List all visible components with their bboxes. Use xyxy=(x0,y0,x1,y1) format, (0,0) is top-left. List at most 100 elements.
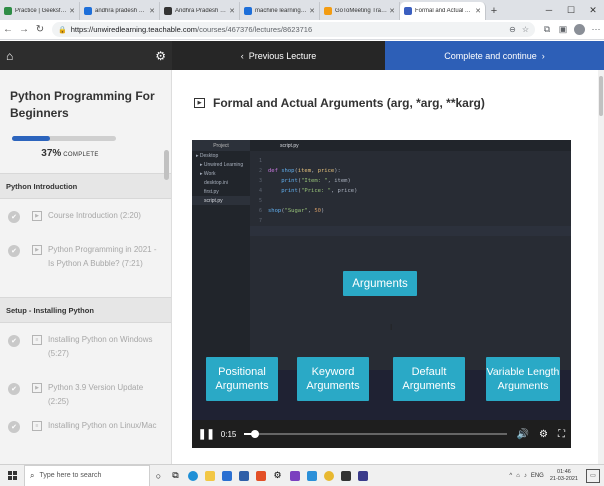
section-title: Setup - Installing Python xyxy=(0,297,171,323)
sidebar-scrollbar[interactable] xyxy=(164,150,169,180)
browser-tab[interactable]: Andhra Pradesh State Skill✕ xyxy=(160,2,240,20)
tab-favicon-icon xyxy=(84,7,92,15)
video-seek-bar[interactable] xyxy=(244,430,507,438)
video-lecture-icon: ▶ xyxy=(194,98,205,108)
app-icon[interactable] xyxy=(337,465,354,486)
office-icon[interactable] xyxy=(252,465,269,486)
edge-icon[interactable] xyxy=(184,465,201,486)
close-icon[interactable]: ✕ xyxy=(149,7,155,15)
mail-icon[interactable] xyxy=(235,465,252,486)
store-icon[interactable] xyxy=(218,465,235,486)
new-tab-button[interactable]: + xyxy=(486,2,502,20)
minimize-icon[interactable]: ─ xyxy=(538,0,560,20)
windows-start-icon[interactable] xyxy=(0,465,24,486)
lecture-item[interactable]: ✔ ▶ Course Introduction (2:20) xyxy=(0,199,171,233)
vscode-icon[interactable] xyxy=(303,465,320,486)
zoom-icon[interactable]: ⊖ xyxy=(509,25,516,34)
notification-icon[interactable]: ▭ xyxy=(586,468,600,483)
taskbar-search-input[interactable]: ⌕ Type here to search xyxy=(24,464,150,486)
course-progress-fill xyxy=(12,136,51,141)
text-lecture-icon: ≡ xyxy=(32,335,42,345)
windows-taskbar: ⌕ Type here to search ○ ⧉ ⚙ ^ ⌂ ♪ ENG 01… xyxy=(0,464,604,486)
settings-icon[interactable]: ⚙ xyxy=(539,429,548,440)
reload-icon[interactable]: ↻ xyxy=(32,22,48,38)
check-icon[interactable]: ✔ xyxy=(8,211,20,223)
clock-date: 21-03-2021 xyxy=(549,475,578,482)
browser-tab[interactable]: Practice | GeeksforGeeks | A✕ xyxy=(0,2,80,20)
complete-and-continue-button[interactable]: Complete and continue › xyxy=(385,41,604,70)
page-scroll-thumb[interactable] xyxy=(599,76,603,116)
video-player[interactable]: Project ▸ Desktop ▸ Unwired Learning ▸ W… xyxy=(192,140,571,448)
chevron-right-icon: › xyxy=(536,50,545,61)
search-icon: ⌕ xyxy=(30,470,35,480)
browser-tab[interactable]: GoToMeeting Transcripts✕ xyxy=(320,2,400,20)
settings-app-icon[interactable]: ⚙ xyxy=(269,465,286,486)
close-window-icon[interactable]: ✕ xyxy=(582,0,604,20)
extensions-icon[interactable]: ⧉ xyxy=(540,23,554,37)
chevron-up-icon[interactable]: ^ xyxy=(509,473,512,479)
complete-and-continue-label: Complete and continue xyxy=(444,50,537,61)
browser-tab[interactable]: machine learning github uni✕ xyxy=(240,2,320,20)
taskbar-clock[interactable]: 01:46 21-03-2021 xyxy=(550,469,578,483)
check-icon[interactable]: ✔ xyxy=(8,335,20,347)
app-icon[interactable] xyxy=(286,465,303,486)
lecture-title: Python Programming in 2021 - Is Python A… xyxy=(48,245,157,268)
lecture-title: Installing Python on Windows (5:27) xyxy=(48,335,153,358)
page-scrollbar[interactable] xyxy=(598,70,604,464)
tab-favicon-icon xyxy=(4,7,12,15)
lecture-content: ▶ Formal and Actual Arguments (arg, *arg… xyxy=(172,70,604,464)
browser-tab-active[interactable]: Formal and Actual Argu ✕ xyxy=(400,2,486,20)
tab-title: Formal and Actual Argu xyxy=(415,8,474,14)
close-icon[interactable]: ✕ xyxy=(229,7,235,15)
tab-favicon-icon xyxy=(324,7,332,15)
task-view-icon[interactable]: ⧉ xyxy=(167,465,184,486)
tab-title: andhra pradesh state skill d xyxy=(95,8,147,14)
lecture-item[interactable]: ✔ ▶ Python 3.9 Version Update (2:25) xyxy=(0,371,171,409)
check-icon[interactable]: ✔ xyxy=(8,421,20,433)
browser-tab-strip: Practice | GeeksforGeeks | A✕ andhra pra… xyxy=(0,0,604,20)
lecture-item[interactable]: ✔ ≡ Installing Python on Windows (5:27) xyxy=(0,323,171,371)
app-icon[interactable] xyxy=(354,465,371,486)
course-title: Python Programming For Beginners xyxy=(10,89,155,120)
url-host: https://unwiredlearning.teachable.com xyxy=(70,25,198,34)
tab-title: machine learning github uni xyxy=(255,8,307,14)
close-icon[interactable]: ✕ xyxy=(475,7,481,15)
menu-icon[interactable]: ⋯ xyxy=(589,23,603,37)
lecture-item[interactable]: ✔ ▶ Python Programming in 2021 - Is Pyth… xyxy=(0,233,171,281)
star-icon[interactable]: ☆ xyxy=(522,25,529,34)
volume-tray-icon[interactable]: ♪ xyxy=(524,473,527,479)
check-icon[interactable]: ✔ xyxy=(8,383,20,395)
fullscreen-icon[interactable]: ⛶ xyxy=(558,429,565,440)
collections-icon[interactable]: ▣ xyxy=(556,23,570,37)
network-icon[interactable]: ⌂ xyxy=(516,473,520,479)
chrome-icon[interactable] xyxy=(320,465,337,486)
video-controls: ❚❚ 0:15 🔊 ⚙ ⛶ xyxy=(192,420,571,448)
maximize-icon[interactable]: ☐ xyxy=(560,0,582,20)
close-icon[interactable]: ✕ xyxy=(389,7,395,15)
gear-icon[interactable]: ⚙ xyxy=(155,49,166,63)
forward-icon[interactable]: → xyxy=(16,22,32,38)
browser-tab[interactable]: andhra pradesh state skill d✕ xyxy=(80,2,160,20)
sidebar-header: ⌂ ⚙ xyxy=(0,41,172,70)
text-cursor-icon: I xyxy=(390,323,393,332)
file-explorer-icon[interactable] xyxy=(201,465,218,486)
back-icon[interactable]: ← xyxy=(0,22,16,38)
cortana-icon[interactable]: ○ xyxy=(150,465,167,486)
language-indicator[interactable]: ENG xyxy=(531,473,544,479)
lecture-item[interactable]: ✔ ≡ Installing Python on Linux/Mac xyxy=(0,409,171,443)
close-icon[interactable]: ✕ xyxy=(69,7,75,15)
lecture-title: Course Introduction (2:20) xyxy=(48,211,141,220)
tab-title: Practice | GeeksforGeeks | A xyxy=(15,8,67,14)
check-icon[interactable]: ✔ xyxy=(8,245,20,257)
previous-lecture-button[interactable]: ‹ Previous Lecture xyxy=(172,41,385,70)
url-input[interactable]: 🔒 https://unwiredlearning.teachable.com /… xyxy=(52,22,535,37)
profile-avatar[interactable] xyxy=(574,24,585,35)
home-icon[interactable]: ⌂ xyxy=(6,49,13,63)
volume-icon[interactable]: 🔊 xyxy=(517,429,529,440)
video-seek-handle[interactable] xyxy=(250,430,259,438)
positional-arguments-box: Positional Arguments xyxy=(206,357,278,401)
close-icon[interactable]: ✕ xyxy=(309,7,315,15)
arguments-box: Arguments xyxy=(343,271,417,296)
lecture-title: Python 3.9 Version Update (2:25) xyxy=(48,383,144,406)
pause-icon[interactable]: ❚❚ xyxy=(198,429,215,440)
